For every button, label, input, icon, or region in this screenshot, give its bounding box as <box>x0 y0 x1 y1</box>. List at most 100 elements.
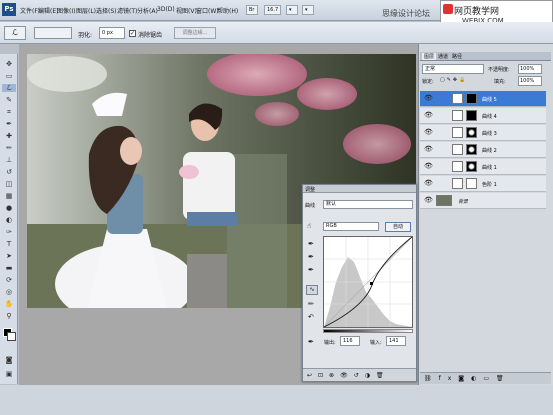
quick-select-tool-icon[interactable]: ✎ <box>2 96 16 104</box>
brush-tool-icon[interactable]: ✏ <box>2 144 16 152</box>
menu-view[interactable]: 视图(V) <box>176 6 197 15</box>
eyedropper-icon[interactable]: ✒ <box>308 338 314 346</box>
feather-input[interactable]: 0 px <box>99 27 125 39</box>
shape-tool-icon[interactable]: ▬ <box>2 264 16 272</box>
visibility-eye-icon[interactable]: 👁 <box>424 145 433 153</box>
visibility-eye-icon[interactable]: 👁 <box>424 94 433 102</box>
background-thumb <box>436 195 452 206</box>
menu-select[interactable]: 选择(S) <box>96 6 117 15</box>
history-brush-tool-icon[interactable]: ↺ <box>2 168 16 176</box>
bridge-button[interactable]: Br <box>246 5 258 15</box>
input-input[interactable]: 141 <box>386 336 406 346</box>
eyedropper-tool-icon[interactable]: ✒ <box>2 120 16 128</box>
crop-tool-icon[interactable]: ⌗ <box>2 108 16 116</box>
menu-edit[interactable]: 编辑(E) <box>38 6 58 15</box>
selection-mode-icons[interactable] <box>34 27 72 39</box>
layer-name: 背景 <box>458 199 469 205</box>
layer-name: 曲线 1 <box>482 165 497 171</box>
zoom-level[interactable]: 16.7 <box>264 5 282 15</box>
adjust-panel-title: 调整 <box>305 187 316 193</box>
3d-orbit-tool-icon[interactable]: ◎ <box>2 288 16 296</box>
curves-footer-icons[interactable]: ↩⊡⊗👁↺◑🗑 <box>303 368 416 381</box>
move-tool-icon[interactable]: ✥ <box>2 60 16 68</box>
lock-label: 锁定: <box>422 79 434 85</box>
fill-input[interactable]: 100% <box>518 76 542 86</box>
tab-paths[interactable]: 路径 <box>450 53 464 60</box>
output-input[interactable]: 116 <box>340 336 360 346</box>
tab-channels[interactable]: 通道 <box>436 53 450 60</box>
white-point-eyedropper-icon[interactable]: ✒ <box>308 266 314 274</box>
visibility-eye-icon[interactable]: 👁 <box>424 162 433 170</box>
healing-tool-icon[interactable]: ✚ <box>2 132 16 140</box>
background-color-swatch[interactable] <box>7 332 16 341</box>
channel-select[interactable]: RGB <box>323 222 379 231</box>
visibility-eye-icon[interactable]: 👁 <box>424 128 433 136</box>
input-gradient-bar <box>323 329 413 333</box>
menu-help[interactable]: 帮助(H) <box>217 6 238 15</box>
black-point-eyedropper-icon[interactable]: ✒ <box>308 240 314 248</box>
menu-window[interactable]: 窗口(W) <box>196 6 219 15</box>
gradient-tool-icon[interactable]: ▦ <box>2 192 16 200</box>
blend-mode-select[interactable]: 正常 <box>422 64 484 74</box>
preset-select[interactable]: 默认 <box>323 200 413 209</box>
curve-graph[interactable] <box>323 236 413 328</box>
tab-layers[interactable]: 图层 <box>422 53 437 60</box>
pencil-draw-icon[interactable]: ✏ <box>308 300 314 308</box>
antialias-checkbox[interactable]: ✓ <box>129 30 136 37</box>
menu-3d[interactable]: 3D(D) <box>157 6 175 13</box>
refine-edge-button[interactable]: 调整边缘... <box>174 27 216 39</box>
gray-point-eyedropper-icon[interactable]: ✒ <box>308 253 314 261</box>
lasso-tool-icon[interactable]: ℒ <box>2 84 16 92</box>
layer-name: 曲线 3 <box>482 131 497 137</box>
layer-mask-thumb[interactable] <box>466 110 477 121</box>
auto-button[interactable]: 自动 <box>385 222 411 232</box>
visibility-eye-icon[interactable]: 👁 <box>424 196 433 204</box>
visibility-eye-icon[interactable]: 👁 <box>424 179 433 187</box>
blur-tool-icon[interactable]: ● <box>2 204 16 212</box>
smooth-icon[interactable]: ↶ <box>308 313 314 321</box>
opacity-input[interactable]: 100% <box>518 64 542 74</box>
dodge-tool-icon[interactable]: ◐ <box>2 216 16 224</box>
layer-mask-thumb[interactable] <box>466 144 477 155</box>
pen-tool-icon[interactable]: ✑ <box>2 228 16 236</box>
photoshop-logo: Ps <box>2 3 16 16</box>
antialias-label: 消除锯齿 <box>138 32 163 39</box>
visibility-eye-icon[interactable]: 👁 <box>424 111 433 119</box>
input-label: 输入: <box>370 340 382 346</box>
watermark-brand: 网页教学网 <box>454 7 500 17</box>
layer-mask-thumb[interactable] <box>466 161 477 172</box>
adjustment-thumb <box>452 127 463 138</box>
feather-label: 羽化: <box>78 32 93 39</box>
status-area <box>0 385 553 415</box>
screen-mode-button[interactable]: ▾ <box>302 5 314 15</box>
3d-rotate-tool-icon[interactable]: ⟳ <box>2 276 16 284</box>
menu-layer[interactable]: 图层(L) <box>76 6 96 15</box>
path-select-tool-icon[interactable]: ➤ <box>2 252 16 260</box>
menu-filter[interactable]: 滤镜(T) <box>117 6 137 15</box>
type-tool-icon[interactable]: T <box>2 240 16 248</box>
hand-tool-icon[interactable]: ✋ <box>2 300 16 308</box>
layer-mask-thumb[interactable] <box>466 93 477 104</box>
layer-name: 色阶 1 <box>482 182 497 188</box>
lock-icons[interactable]: ▢✎✥🔒 <box>440 77 470 85</box>
target-adjust-icon[interactable]: ☝ <box>307 222 311 230</box>
quick-mask-icon[interactable]: ◙ <box>2 356 16 364</box>
output-label: 输出: <box>324 340 336 346</box>
adjustment-thumb <box>452 161 463 172</box>
layer-mask-thumb[interactable] <box>466 127 477 138</box>
layers-footer-icons[interactable]: ⛓fx◙◐▭🗑 <box>420 372 551 384</box>
zoom-tool-icon[interactable]: ⚲ <box>2 312 16 320</box>
curve-edit-icon[interactable]: ∿ <box>306 285 318 295</box>
menu-image[interactable]: 图像(I) <box>57 6 75 15</box>
curves-title-bar <box>303 185 416 193</box>
stamp-tool-icon[interactable]: ⊥ <box>2 156 16 164</box>
eraser-tool-icon[interactable]: ◫ <box>2 180 16 188</box>
layer-mask-thumb[interactable] <box>466 178 477 189</box>
marquee-tool-icon[interactable]: ▭ <box>2 72 16 80</box>
fill-label: 填充: <box>494 79 506 85</box>
arrange-button[interactable]: ▾ <box>286 5 298 15</box>
layer-name: 曲线 5 <box>482 97 497 103</box>
lasso-tool-icon[interactable]: ℒ <box>4 26 26 40</box>
menu-analysis[interactable]: 分析(A) <box>137 6 158 15</box>
screen-mode-icon[interactable]: ▣ <box>2 370 16 378</box>
